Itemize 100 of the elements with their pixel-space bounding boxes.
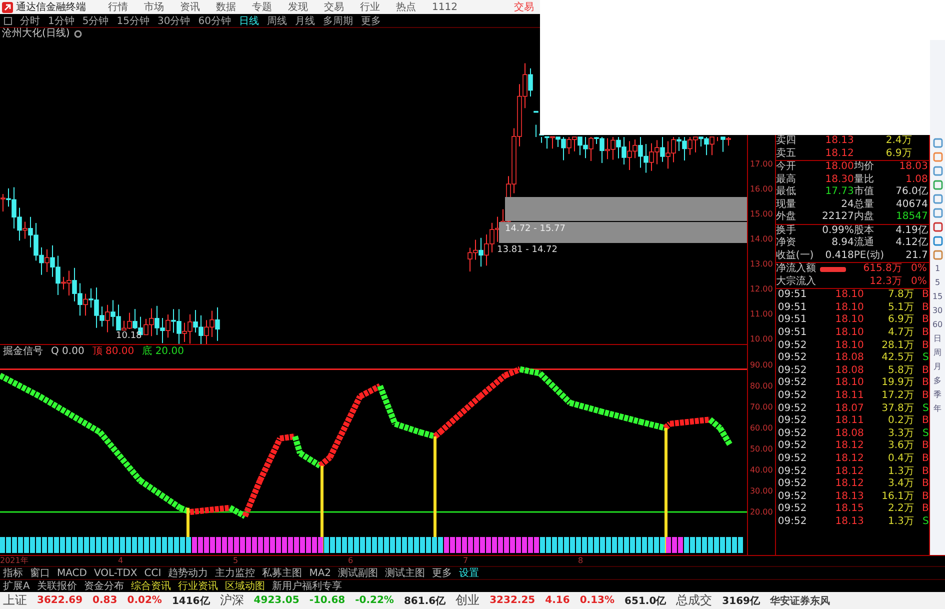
price-axis-label: 11.00 — [750, 310, 773, 318]
order-price: 18.13 — [824, 135, 854, 148]
trade-side: S — [922, 402, 929, 415]
trade-volume: 4.7万 — [886, 327, 914, 340]
indicator-axis-label: 80.00 — [750, 382, 773, 390]
order-price: 18.12 — [824, 148, 854, 160]
period-tab[interactable]: 周线 — [266, 14, 287, 28]
trade-volume: 19.9万 — [880, 377, 914, 390]
period-button[interactable]: 多 — [934, 376, 942, 386]
menu-item[interactable]: 行情 — [108, 0, 138, 14]
legend-label: 底 20.00 — [142, 344, 184, 358]
period-tab[interactable]: 60分钟 — [198, 14, 231, 28]
extension-tab[interactable]: 行业资讯 — [178, 579, 218, 593]
square-icon[interactable] — [932, 138, 943, 148]
menu-item[interactable]: 行业 — [360, 0, 390, 14]
period-button[interactable]: 60 — [932, 320, 943, 330]
period-button[interactable]: 年 — [934, 404, 942, 414]
period-button[interactable]: 15 — [932, 292, 943, 302]
period-tab[interactable]: 多周期 — [322, 14, 353, 28]
menu-item[interactable]: 市场 — [144, 0, 174, 14]
stat-label: 今开 — [776, 161, 797, 174]
indicator-tab[interactable]: 窗口 — [30, 566, 50, 580]
indicator-tab[interactable]: 趋势动力 — [168, 566, 208, 580]
trade-side: S — [922, 516, 929, 528]
extension-tab[interactable]: 关联报价 — [36, 579, 77, 593]
indicator-tab[interactable]: 测试主图 — [385, 566, 426, 580]
stat-value: 18.03 — [898, 161, 928, 174]
date-axis-label: 4 — [118, 556, 124, 566]
period-button[interactable]: 季 — [934, 390, 942, 400]
index-amount: 651.0亿 — [624, 594, 666, 608]
indicator-tab[interactable]: 设置 — [459, 566, 480, 580]
indicator-tab[interactable]: 私募主图 — [262, 566, 302, 580]
trade-time: 09:52 — [778, 516, 808, 528]
period-tab[interactable]: 日线 — [238, 14, 259, 28]
extension-tab[interactable]: 扩展A — [3, 579, 30, 593]
extension-tab[interactable]: 资金分布 — [84, 579, 124, 593]
period-tab[interactable]: 更多 — [360, 14, 381, 28]
trade-price: 18.11 — [834, 415, 864, 428]
trade-volume: 1.3万 — [886, 516, 914, 528]
square-icon[interactable] — [932, 166, 943, 176]
trade-price: 18.08 — [834, 428, 864, 440]
stat-value: 4.12亿 — [894, 237, 928, 250]
extension-tab[interactable]: 新用户福利专享 — [272, 579, 342, 593]
period-button[interactable]: 月 — [934, 362, 942, 372]
period-button[interactable]: 5 — [934, 278, 940, 288]
gear-icon[interactable] — [74, 30, 82, 38]
index-percent: 0.13% — [580, 595, 615, 606]
indicator-tab[interactable]: MA2 — [309, 568, 332, 578]
menu-item[interactable]: 资讯 — [180, 0, 210, 14]
menu-item[interactable]: 数据 — [216, 0, 246, 14]
indicator-tab[interactable]: MACD — [57, 568, 87, 578]
period-tab[interactable]: 分时 — [20, 14, 40, 28]
square-icon[interactable] — [932, 208, 943, 218]
period-button[interactable]: 30 — [932, 306, 943, 316]
period-tab[interactable]: 5分钟 — [82, 14, 109, 28]
menu-item[interactable]: 专题 — [252, 0, 282, 14]
extension-tab[interactable]: 区域动图 — [224, 579, 265, 593]
stat-value: 0.99% — [821, 224, 854, 237]
index-value: 3622.69 — [37, 595, 83, 606]
menu-item[interactable]: 热点 — [396, 0, 426, 14]
period-button[interactable]: 周 — [934, 348, 942, 358]
trade-time: 09:51 — [778, 302, 808, 314]
square-icon[interactable] — [932, 180, 943, 190]
menu-item[interactable]: 1112 — [432, 2, 462, 12]
trade-price: 18.07 — [834, 402, 864, 415]
period-tab[interactable]: 1分钟 — [48, 14, 74, 28]
indicator-axis-label: 40.00 — [750, 466, 773, 474]
trade-side: B — [920, 466, 929, 478]
period-tab[interactable]: 15分钟 — [116, 14, 150, 28]
square-icon[interactable] — [932, 194, 943, 204]
trade-price: 18.10 — [834, 302, 864, 314]
square-icon[interactable] — [932, 250, 943, 260]
square-icon[interactable] — [932, 222, 943, 232]
trade-link[interactable]: 交易 — [514, 0, 534, 14]
price-axis-label: 13.00 — [750, 260, 773, 268]
period-tab[interactable]: 月线 — [294, 14, 315, 28]
stat-value: 24 — [840, 198, 854, 211]
stat-label: PE(动) — [854, 250, 886, 262]
stat-label: 最高 — [776, 174, 797, 186]
trade-time: 09:52 — [778, 478, 808, 490]
indicator-tab[interactable]: 测试副图 — [338, 566, 378, 580]
indicator-tab[interactable]: CCI — [144, 568, 162, 578]
menu-item[interactable]: 交易 — [324, 0, 354, 14]
date-axis-label: 7 — [463, 556, 470, 566]
period-button[interactable]: 日 — [934, 334, 942, 344]
square-icon[interactable] — [4, 16, 12, 24]
menu-item[interactable]: 发现 — [288, 0, 318, 14]
extension-tab[interactable]: 综合资讯 — [130, 579, 171, 593]
index-percent: 0.02% — [127, 595, 162, 606]
indicator-tab[interactable]: VOL-TDX — [94, 568, 138, 578]
period-tab[interactable]: 30分钟 — [157, 14, 190, 28]
indicator-tab[interactable]: 更多 — [432, 566, 452, 580]
trade-price: 18.13 — [834, 490, 864, 503]
square-icon[interactable] — [932, 236, 943, 246]
broker-name: 华安证券东风 — [770, 594, 830, 608]
indicator-tab[interactable]: 指标 — [3, 566, 23, 580]
date-axis-label: 6 — [348, 556, 354, 566]
trade-time: 09:52 — [778, 415, 808, 428]
period-button[interactable]: 1 — [934, 264, 940, 274]
indicator-tab[interactable]: 主力监控 — [215, 566, 256, 580]
